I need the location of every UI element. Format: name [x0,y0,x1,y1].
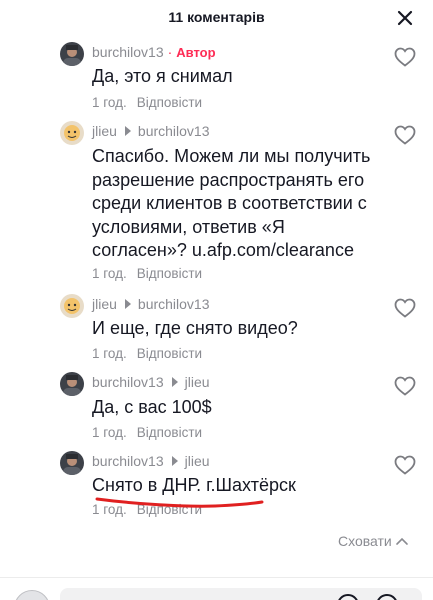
like-button[interactable] [394,47,416,67]
reply-arrow-icon [124,299,131,309]
like-button[interactable] [394,376,416,396]
comment-meta: 1 год. Відповісти [92,425,202,441]
comment-meta: 1 год. Відповісти [92,95,202,111]
user-avatar[interactable] [60,451,84,475]
red-underline-annotation [95,497,264,508]
comment-text: Да, с вас 100$ [92,397,212,417]
comment-time: 1 год. [92,266,127,281]
reply-arrow-icon [171,456,178,466]
author-badge: Автор [176,44,216,60]
like-button[interactable] [394,298,416,318]
heart-outline-icon [394,376,416,396]
reply-to-user[interactable]: burchilov13 [138,123,210,139]
reply-arrow-icon [124,126,131,136]
comment-text: И еще, где снято видео? [92,318,298,338]
reply-to-user[interactable]: jlieu [185,374,210,390]
close-button[interactable] [395,8,415,28]
reply-button[interactable]: Відповісти [137,266,202,281]
comment-author-line: burchilov13 jlieu [92,373,210,391]
comment-text: Да, это я снимал [92,66,233,86]
user-avatar[interactable] [60,42,84,66]
comment-author-line: jlieu burchilov13 [92,122,210,140]
reply-button[interactable]: Відповісти [137,425,202,440]
comment-text: Спасибо. Можем ли мы получить разрешение… [92,146,371,260]
user-avatar[interactable] [60,372,84,396]
heart-outline-icon [394,47,416,67]
comment-author[interactable]: jlieu [92,296,117,312]
comments-header: 11 коментарів [0,0,433,36]
comment-author-line: burchilov13 jlieu [92,452,210,470]
close-icon [397,10,413,26]
comment-author[interactable]: jlieu [92,123,117,139]
comment-input[interactable] [60,588,422,600]
reply-button[interactable]: Відповісти [137,346,202,361]
comment-time: 1 год. [92,95,127,110]
reply-button[interactable]: Відповісти [137,95,202,110]
reply-to-user[interactable]: burchilov13 [138,296,210,312]
reply-arrow-icon [171,377,178,387]
heart-outline-icon [394,455,416,475]
reply-to-user[interactable]: jlieu [185,453,210,469]
hide-replies-button[interactable]: Сховати [338,532,409,550]
footer-divider [0,577,433,578]
heart-outline-icon [394,125,416,145]
separator-dot: · [167,44,173,60]
like-button[interactable] [394,125,416,145]
comment-author-line: jlieu burchilov13 [92,295,210,313]
current-user-avatar [14,590,50,600]
comment-time: 1 год. [92,346,127,361]
comment-author[interactable]: burchilov13 [92,453,164,469]
comment-author[interactable]: burchilov13 [92,374,164,390]
hide-replies-label: Сховати [338,533,392,549]
user-avatar[interactable] [60,294,84,318]
comment-meta: 1 год. Відповісти [92,346,202,362]
comment-author-line: burchilov13 · Автор [92,43,216,61]
comment-time: 1 год. [92,425,127,440]
comment-meta: 1 год. Відповісти [92,266,202,282]
comment-author[interactable]: burchilov13 [92,44,164,60]
like-button[interactable] [394,455,416,475]
comments-count-title: 11 коментарів [168,9,265,25]
heart-outline-icon [394,298,416,318]
chevron-up-icon [395,537,408,545]
user-avatar[interactable] [60,121,84,145]
